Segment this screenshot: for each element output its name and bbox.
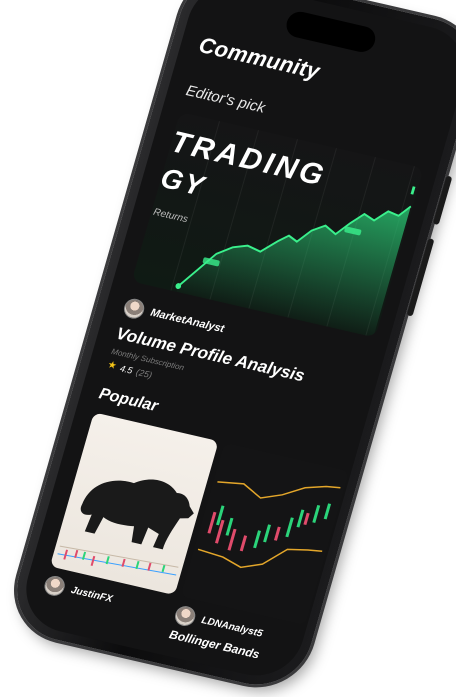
volume-button bbox=[432, 175, 453, 226]
returns-marker bbox=[410, 186, 416, 195]
popular-author-3[interactable]: W bbox=[303, 634, 338, 660]
avatar bbox=[172, 604, 198, 628]
popular-author-name-1: JustinFX bbox=[69, 584, 114, 605]
avatar bbox=[121, 296, 147, 321]
editors-pick-card[interactable]: TRADING GY Returns bbox=[131, 112, 424, 338]
rating-count: (25) bbox=[135, 366, 154, 380]
star-icon: ★ bbox=[106, 359, 118, 373]
community-page: Community Editor's pick TRADING GY Retur… bbox=[37, 32, 446, 667]
avatar bbox=[303, 634, 322, 657]
featured-author-name: MarketAnalyst bbox=[149, 306, 226, 336]
avatar bbox=[42, 574, 68, 598]
popular-author-name-3: W bbox=[324, 643, 337, 657]
dynamic-island bbox=[283, 9, 379, 55]
app-screen: Community Editor's pick TRADING GY Retur… bbox=[15, 0, 456, 685]
phone-frame: Community Editor's pick TRADING GY Retur… bbox=[4, 0, 456, 696]
rating-value: 4.5 bbox=[118, 362, 134, 376]
